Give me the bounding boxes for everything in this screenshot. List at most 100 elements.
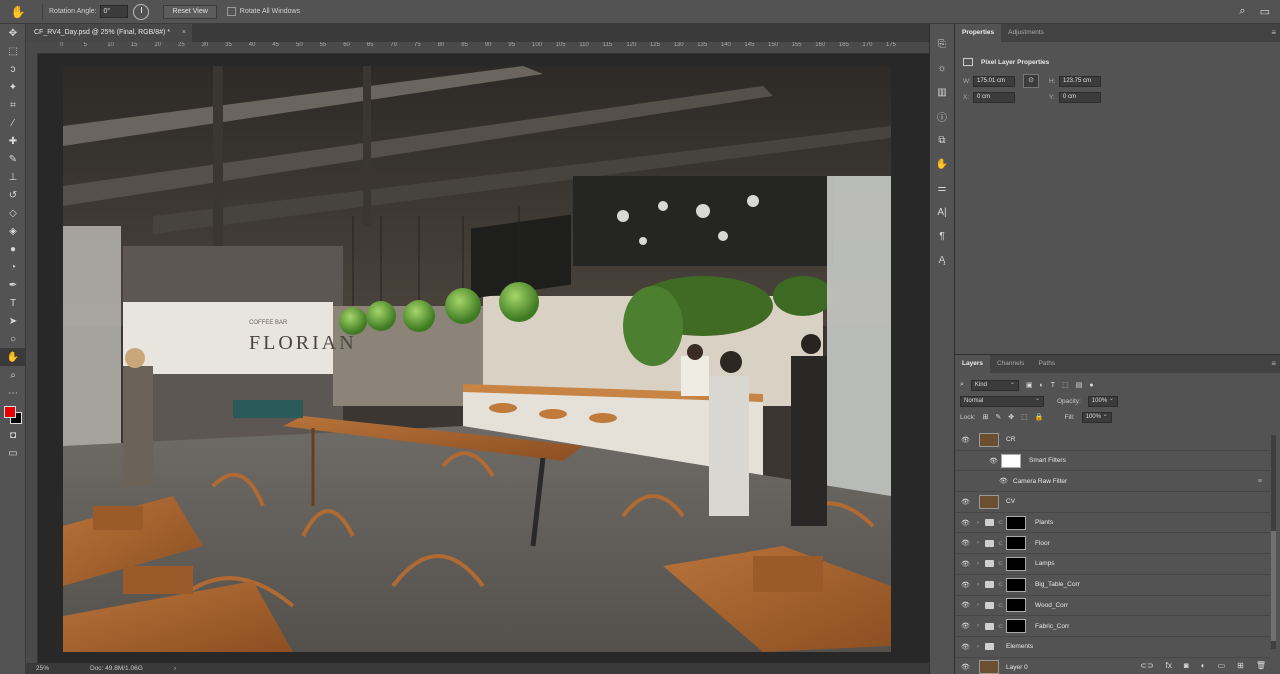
expand-icon[interactable]: › xyxy=(977,582,979,588)
dodge-tool-icon[interactable]: ◔ xyxy=(0,258,26,276)
document-tab[interactable]: CF_RV4_Day.psd @ 25% (Final, RGB/8#) * × xyxy=(26,24,192,42)
color-swatches[interactable] xyxy=(0,402,25,426)
tab-properties[interactable]: Properties xyxy=(955,24,1002,42)
visibility-eye-icon[interactable]: 👁 xyxy=(961,560,970,568)
expand-icon[interactable]: › xyxy=(977,561,979,567)
type-tool-icon[interactable]: T xyxy=(0,294,26,312)
layer-row[interactable]: 👁 CR xyxy=(955,430,1270,451)
filter-pixel-icon[interactable]: ▣ xyxy=(1026,381,1033,389)
visibility-eye-icon[interactable]: 👁 xyxy=(989,457,998,465)
glyphs-icon[interactable]: Ą xyxy=(930,250,954,270)
history-brush-tool-icon[interactable]: ↺ xyxy=(0,186,26,204)
new-adjustment-icon[interactable]: ◐ xyxy=(1201,661,1206,670)
visibility-eye-icon[interactable]: 👁 xyxy=(999,477,1008,485)
layer-row[interactable]: 👁 › ⊂ Wood_Corr xyxy=(955,596,1270,617)
marquee-tool-icon[interactable]: ⬚ xyxy=(0,42,26,60)
rotate-all-windows-checkbox[interactable] xyxy=(226,7,236,16)
clone-stamp-tool-icon[interactable]: ⊥ xyxy=(0,168,26,186)
filter-smart-object-icon[interactable]: ▤ xyxy=(1076,381,1083,389)
eraser-tool-icon[interactable]: ◇ xyxy=(0,204,26,222)
layer-row[interactable]: 👁 › ⊂ Big_Table_Corr xyxy=(955,575,1270,596)
visibility-eye-icon[interactable]: 👁 xyxy=(961,498,970,506)
filter-adjustment-icon[interactable]: ◐ xyxy=(1040,382,1044,389)
pen-tool-icon[interactable]: ✒ xyxy=(0,276,26,294)
crop-tool-icon[interactable]: ⌗ xyxy=(0,96,26,114)
filter-kind-select[interactable]: Kind xyxy=(970,379,1019,391)
visibility-eye-icon[interactable]: 👁 xyxy=(961,519,970,527)
document-size-info[interactable]: Doc: 49.8M/1.06G xyxy=(90,663,143,674)
layer-row[interactable]: 👁 Smart Filters xyxy=(955,451,1270,472)
link-dimensions-icon[interactable]: ⊙ xyxy=(1023,74,1039,88)
visibility-eye-icon[interactable]: 👁 xyxy=(961,436,970,444)
reset-view-button[interactable]: Reset View xyxy=(163,4,217,19)
layers-menu-icon[interactable]: ≡ xyxy=(1271,359,1276,368)
opacity-field[interactable]: 100% xyxy=(1087,395,1118,407)
visibility-eye-icon[interactable]: 👁 xyxy=(961,581,970,589)
layer-row[interactable]: 👁 › ⊂ Floor xyxy=(955,533,1270,555)
paint-bucket-tool-icon[interactable]: ◈ xyxy=(0,222,26,240)
lock-all-icon[interactable]: 🔒 xyxy=(1035,413,1044,421)
new-layer-icon[interactable]: ⊞ xyxy=(1237,661,1244,670)
tab-layers[interactable]: Layers xyxy=(955,355,990,373)
blend-mode-select[interactable]: Normal xyxy=(960,395,1044,407)
document-image[interactable]: FLORIAN COFFEE BAR xyxy=(63,66,891,652)
screen-mode-icon[interactable]: ▭ xyxy=(0,444,26,462)
layers-scrollbar[interactable] xyxy=(1271,435,1276,649)
expand-icon[interactable]: › xyxy=(977,602,979,608)
filter-type-icon[interactable]: T xyxy=(1051,382,1055,389)
expand-icon[interactable]: › xyxy=(977,520,979,526)
visibility-eye-icon[interactable]: 👁 xyxy=(961,622,970,630)
layer-row[interactable]: 👁 CV xyxy=(955,492,1270,513)
scrollbar-thumb[interactable] xyxy=(1271,531,1276,641)
brush-settings-icon[interactable]: ✋ xyxy=(930,154,954,174)
lock-transparency-icon[interactable]: ⊞ xyxy=(983,413,989,421)
info-icon[interactable]: ⓘ xyxy=(930,106,954,126)
filter-options-icon[interactable]: ≡ xyxy=(1258,478,1262,485)
close-icon[interactable]: × xyxy=(182,24,186,42)
expand-icon[interactable]: › xyxy=(977,623,979,629)
filter-shape-icon[interactable]: ⬚ xyxy=(1062,381,1069,389)
zoom-level[interactable]: 25% xyxy=(36,663,49,674)
canvas-area[interactable]: FLORIAN COFFEE BAR xyxy=(38,54,929,663)
histogram-icon[interactable]: ▥ xyxy=(930,82,954,102)
blur-tool-icon[interactable]: ● xyxy=(0,240,26,258)
add-mask-icon[interactable]: ◙ xyxy=(1184,661,1189,670)
delete-layer-icon[interactable]: 🗑 xyxy=(1256,661,1266,670)
height-field[interactable]: 123.75 cm xyxy=(1059,75,1101,87)
hand-rotate-icon[interactable]: ✋ xyxy=(0,0,36,24)
path-selection-tool-icon[interactable]: ➤ xyxy=(0,312,26,330)
new-group-icon[interactable]: ▭ xyxy=(1218,661,1226,670)
more-tools-icon[interactable]: ⋯ xyxy=(0,384,26,402)
filter-toggle-icon[interactable]: ● xyxy=(1089,382,1093,389)
adjustments-panel-icon[interactable]: ☼ xyxy=(930,58,954,78)
status-menu-icon[interactable]: › xyxy=(174,663,176,674)
layer-row[interactable]: 👁 › ⊂ Lamps xyxy=(955,554,1270,575)
foreground-color-swatch[interactable] xyxy=(4,406,16,418)
workspace-icon[interactable]: ▭ xyxy=(1260,5,1270,18)
rotation-angle-input[interactable]: 0° xyxy=(100,5,129,18)
layer-row[interactable]: 👁 › ⊂ Fabric_Corr xyxy=(955,616,1270,637)
tab-adjustments[interactable]: Adjustments xyxy=(1001,24,1051,42)
lock-position-icon[interactable]: ✥ xyxy=(1008,413,1014,421)
expand-icon[interactable]: › xyxy=(977,644,979,650)
ellipse-tool-icon[interactable]: ○ xyxy=(0,330,26,348)
quick-mask-icon[interactable]: ◘ xyxy=(0,426,26,444)
healing-brush-tool-icon[interactable]: ✚ xyxy=(0,132,26,150)
panel-menu-icon[interactable]: ≡ xyxy=(1271,28,1276,37)
layer-style-icon[interactable]: fx xyxy=(1166,661,1172,670)
lasso-tool-icon[interactable]: ↄ xyxy=(0,60,26,78)
visibility-eye-icon[interactable]: 👁 xyxy=(961,601,970,609)
lock-artboard-icon[interactable]: ⬚ xyxy=(1021,413,1028,421)
zoom-tool-icon[interactable]: ⌕ xyxy=(0,366,26,384)
layer-row[interactable]: 👁 › Elements xyxy=(955,637,1270,658)
visibility-eye-icon[interactable]: 👁 xyxy=(961,643,970,651)
character-icon[interactable]: A| xyxy=(930,202,954,222)
move-tool-icon[interactable]: ✥ xyxy=(0,24,26,42)
search-icon[interactable]: ⌕ xyxy=(1239,5,1245,18)
y-field[interactable]: 0 cm xyxy=(1059,92,1101,103)
eyedropper-tool-icon[interactable]: ⁄ xyxy=(0,114,26,132)
tab-paths[interactable]: Paths xyxy=(1031,355,1062,373)
fill-field[interactable]: 100% xyxy=(1081,411,1112,423)
visibility-eye-icon[interactable]: 👁 xyxy=(961,539,970,547)
rotate-view-tool-icon[interactable]: ✋ xyxy=(0,348,26,366)
